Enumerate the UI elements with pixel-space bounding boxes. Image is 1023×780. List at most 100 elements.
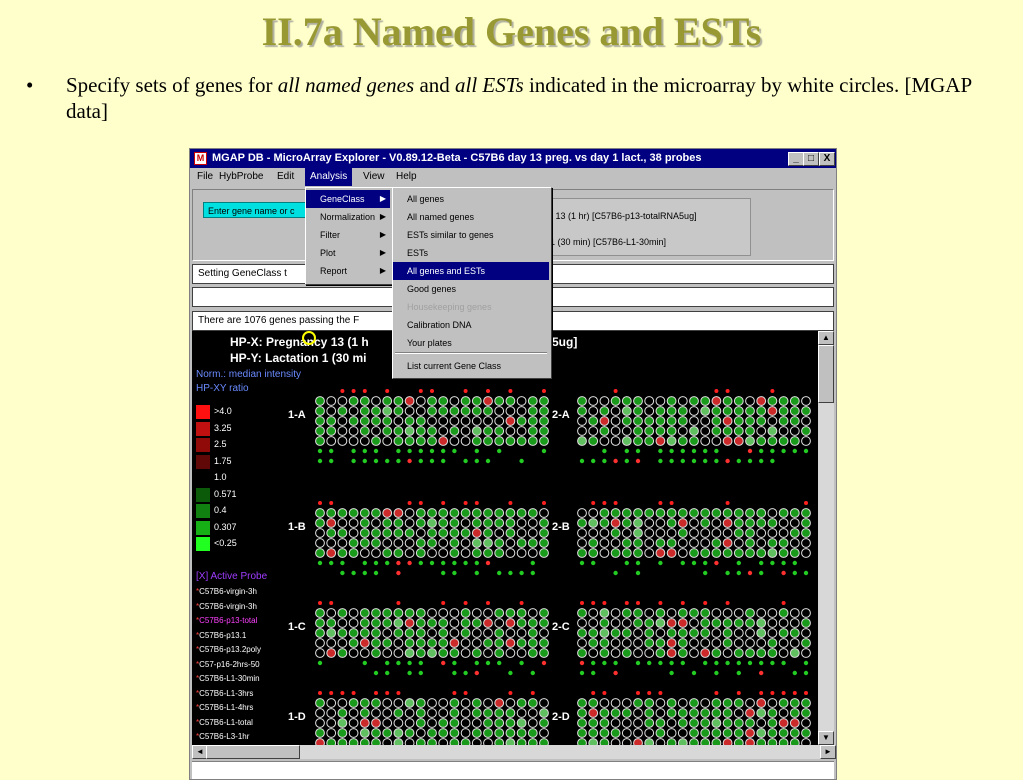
array-spot[interactable] [527, 426, 538, 436]
array-spot[interactable] [588, 416, 599, 426]
array-spot[interactable] [452, 660, 457, 666]
array-spot[interactable] [644, 618, 655, 628]
array-spot[interactable] [351, 448, 356, 454]
array-spot[interactable] [527, 518, 538, 528]
array-spot[interactable] [348, 608, 359, 618]
array-spot[interactable] [415, 508, 426, 518]
array-spot[interactable] [471, 638, 482, 648]
array-spot[interactable] [326, 436, 337, 446]
array-spot[interactable] [689, 436, 699, 446]
array-spot[interactable] [588, 528, 599, 538]
array-spot[interactable] [644, 426, 655, 436]
array-spot[interactable] [644, 436, 655, 446]
array-spot[interactable] [505, 416, 516, 426]
array-spot[interactable] [733, 538, 744, 548]
array-spot[interactable] [789, 698, 800, 708]
array-spot[interactable] [703, 660, 708, 666]
array-spot[interactable] [644, 538, 655, 548]
array-spot[interactable] [756, 608, 767, 618]
array-spot[interactable] [497, 691, 501, 695]
array-spot[interactable] [804, 601, 808, 605]
array-spot[interactable] [393, 728, 404, 738]
array-spot[interactable] [505, 508, 516, 518]
array-spot[interactable] [337, 718, 348, 728]
array-spot[interactable] [756, 528, 767, 538]
array-spot[interactable] [329, 389, 333, 393]
array-spot[interactable] [520, 389, 524, 393]
array-spot[interactable] [438, 406, 449, 416]
array-spot[interactable] [633, 426, 643, 436]
array-spot[interactable] [542, 501, 546, 505]
array-spot[interactable] [577, 426, 587, 436]
array-spot[interactable] [373, 560, 379, 566]
array-spot[interactable] [722, 618, 733, 628]
array-spot[interactable] [359, 608, 370, 618]
array-spot[interactable] [599, 698, 610, 708]
array-spot[interactable] [644, 406, 655, 416]
array-spot[interactable] [737, 389, 741, 393]
array-spot[interactable] [756, 426, 767, 436]
geneclass-calibration-dna[interactable]: Calibration DNA [393, 316, 549, 334]
minimize-button[interactable]: _ [788, 152, 804, 166]
array-spot[interactable] [801, 518, 811, 528]
array-spot[interactable] [315, 728, 325, 738]
array-spot[interactable] [449, 528, 460, 538]
array-spot[interactable] [770, 389, 775, 393]
array-spot[interactable] [803, 448, 809, 454]
array-spot[interactable] [588, 548, 599, 558]
array-spot[interactable] [382, 508, 393, 518]
array-spot[interactable] [508, 670, 513, 676]
array-spot[interactable] [613, 660, 618, 666]
array-spot[interactable] [315, 436, 325, 446]
array-spot[interactable] [803, 660, 809, 666]
array-spot[interactable] [449, 548, 460, 558]
probe-list-item[interactable]: *C57-p16-2hrs-50 [196, 660, 260, 669]
array-spot[interactable] [452, 601, 456, 605]
array-spot[interactable] [516, 426, 527, 436]
array-spot[interactable] [539, 528, 549, 538]
array-spot[interactable] [722, 416, 733, 426]
array-spot[interactable] [700, 528, 711, 538]
array-spot[interactable] [778, 638, 789, 648]
array-spot[interactable] [485, 560, 491, 566]
array-spot[interactable] [329, 501, 334, 505]
array-spot[interactable] [348, 396, 359, 406]
array-spot[interactable] [505, 426, 516, 436]
array-spot[interactable] [371, 436, 381, 446]
array-spot[interactable] [591, 691, 596, 695]
array-spot[interactable] [530, 560, 535, 566]
array-spot[interactable] [404, 628, 415, 638]
array-spot[interactable] [680, 601, 685, 605]
array-spot[interactable] [415, 396, 426, 406]
array-spot[interactable] [373, 570, 379, 576]
array-spot[interactable] [789, 426, 800, 436]
array-spot[interactable] [613, 561, 617, 565]
array-spot[interactable] [427, 528, 437, 538]
array-spot[interactable] [382, 648, 393, 658]
array-spot[interactable] [767, 728, 778, 738]
array-spot[interactable] [407, 660, 412, 666]
array-spot[interactable] [505, 548, 516, 558]
array-block-grid[interactable] [314, 385, 550, 485]
array-spot[interactable] [599, 528, 610, 538]
array-spot[interactable] [415, 628, 426, 638]
array-spot[interactable] [418, 670, 423, 676]
array-block-grid[interactable] [576, 687, 812, 745]
array-spot[interactable] [404, 436, 415, 446]
array-spot[interactable] [633, 528, 643, 538]
array-spot[interactable] [382, 538, 393, 548]
array-spot[interactable] [519, 561, 523, 565]
array-spot[interactable] [599, 508, 610, 518]
array-spot[interactable] [625, 691, 629, 695]
app-icon[interactable]: M [194, 152, 207, 165]
array-spot[interactable] [483, 508, 493, 518]
array-spot[interactable] [658, 691, 663, 695]
array-spot[interactable] [801, 548, 811, 558]
array-spot[interactable] [714, 571, 718, 575]
array-spot[interactable] [579, 660, 585, 666]
array-spot[interactable] [711, 618, 722, 628]
array-spot[interactable] [804, 691, 808, 695]
array-spot[interactable] [326, 528, 337, 538]
array-spot[interactable] [801, 718, 811, 728]
array-spot[interactable] [801, 618, 811, 628]
